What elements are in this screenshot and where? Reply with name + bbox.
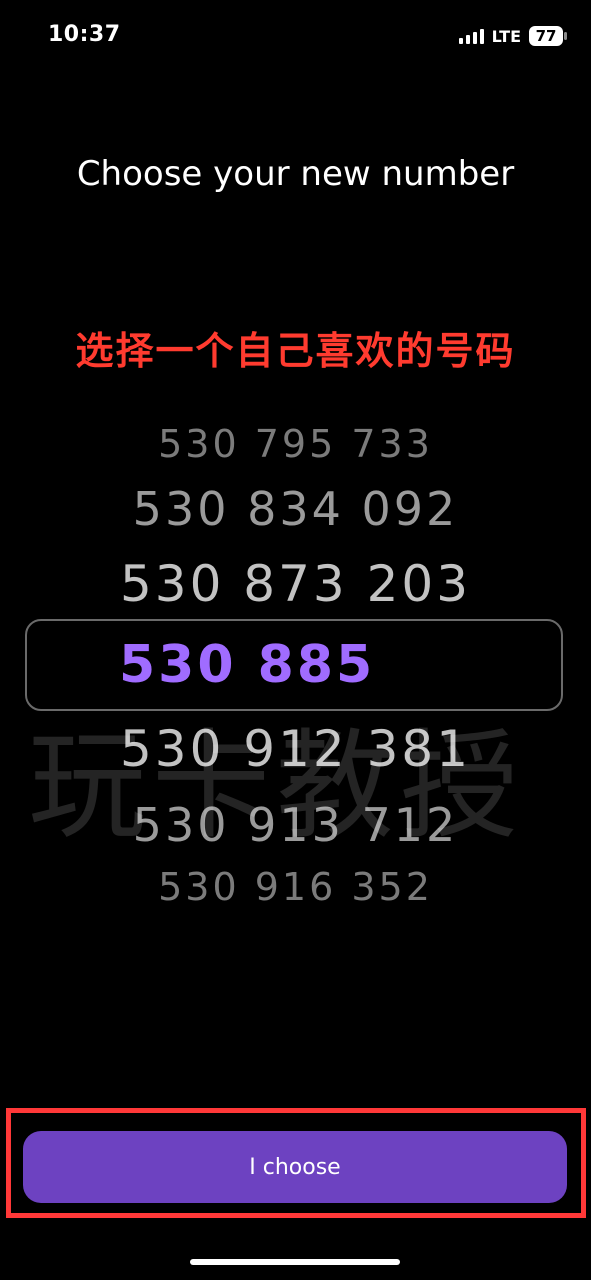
status-bar: 10:37 LTE 77 xyxy=(0,0,591,76)
battery-icon: 77 xyxy=(529,26,567,46)
number-option[interactable]: 530 916 352 xyxy=(0,865,591,909)
number-option[interactable]: 530 873 203 xyxy=(0,555,591,613)
number-option[interactable]: 530 834 092 xyxy=(0,482,591,536)
status-indicators: LTE 77 xyxy=(458,26,567,46)
watermark: 玩卡教授 xyxy=(28,717,525,855)
page-title: Choose your new number xyxy=(76,154,515,194)
home-indicator xyxy=(190,1259,400,1265)
battery-tip xyxy=(564,32,567,40)
chinese-annotation: 选择一个自己喜欢的号码 xyxy=(75,329,516,373)
selected-number: 530 885 xyxy=(119,635,376,695)
signal-icon xyxy=(458,29,484,44)
i-choose-button[interactable]: I choose xyxy=(23,1131,567,1203)
network-label: LTE xyxy=(491,26,521,46)
battery-level: 77 xyxy=(535,27,557,45)
number-option[interactable]: 530 795 733 xyxy=(0,422,591,466)
status-time: 10:37 xyxy=(48,22,121,47)
